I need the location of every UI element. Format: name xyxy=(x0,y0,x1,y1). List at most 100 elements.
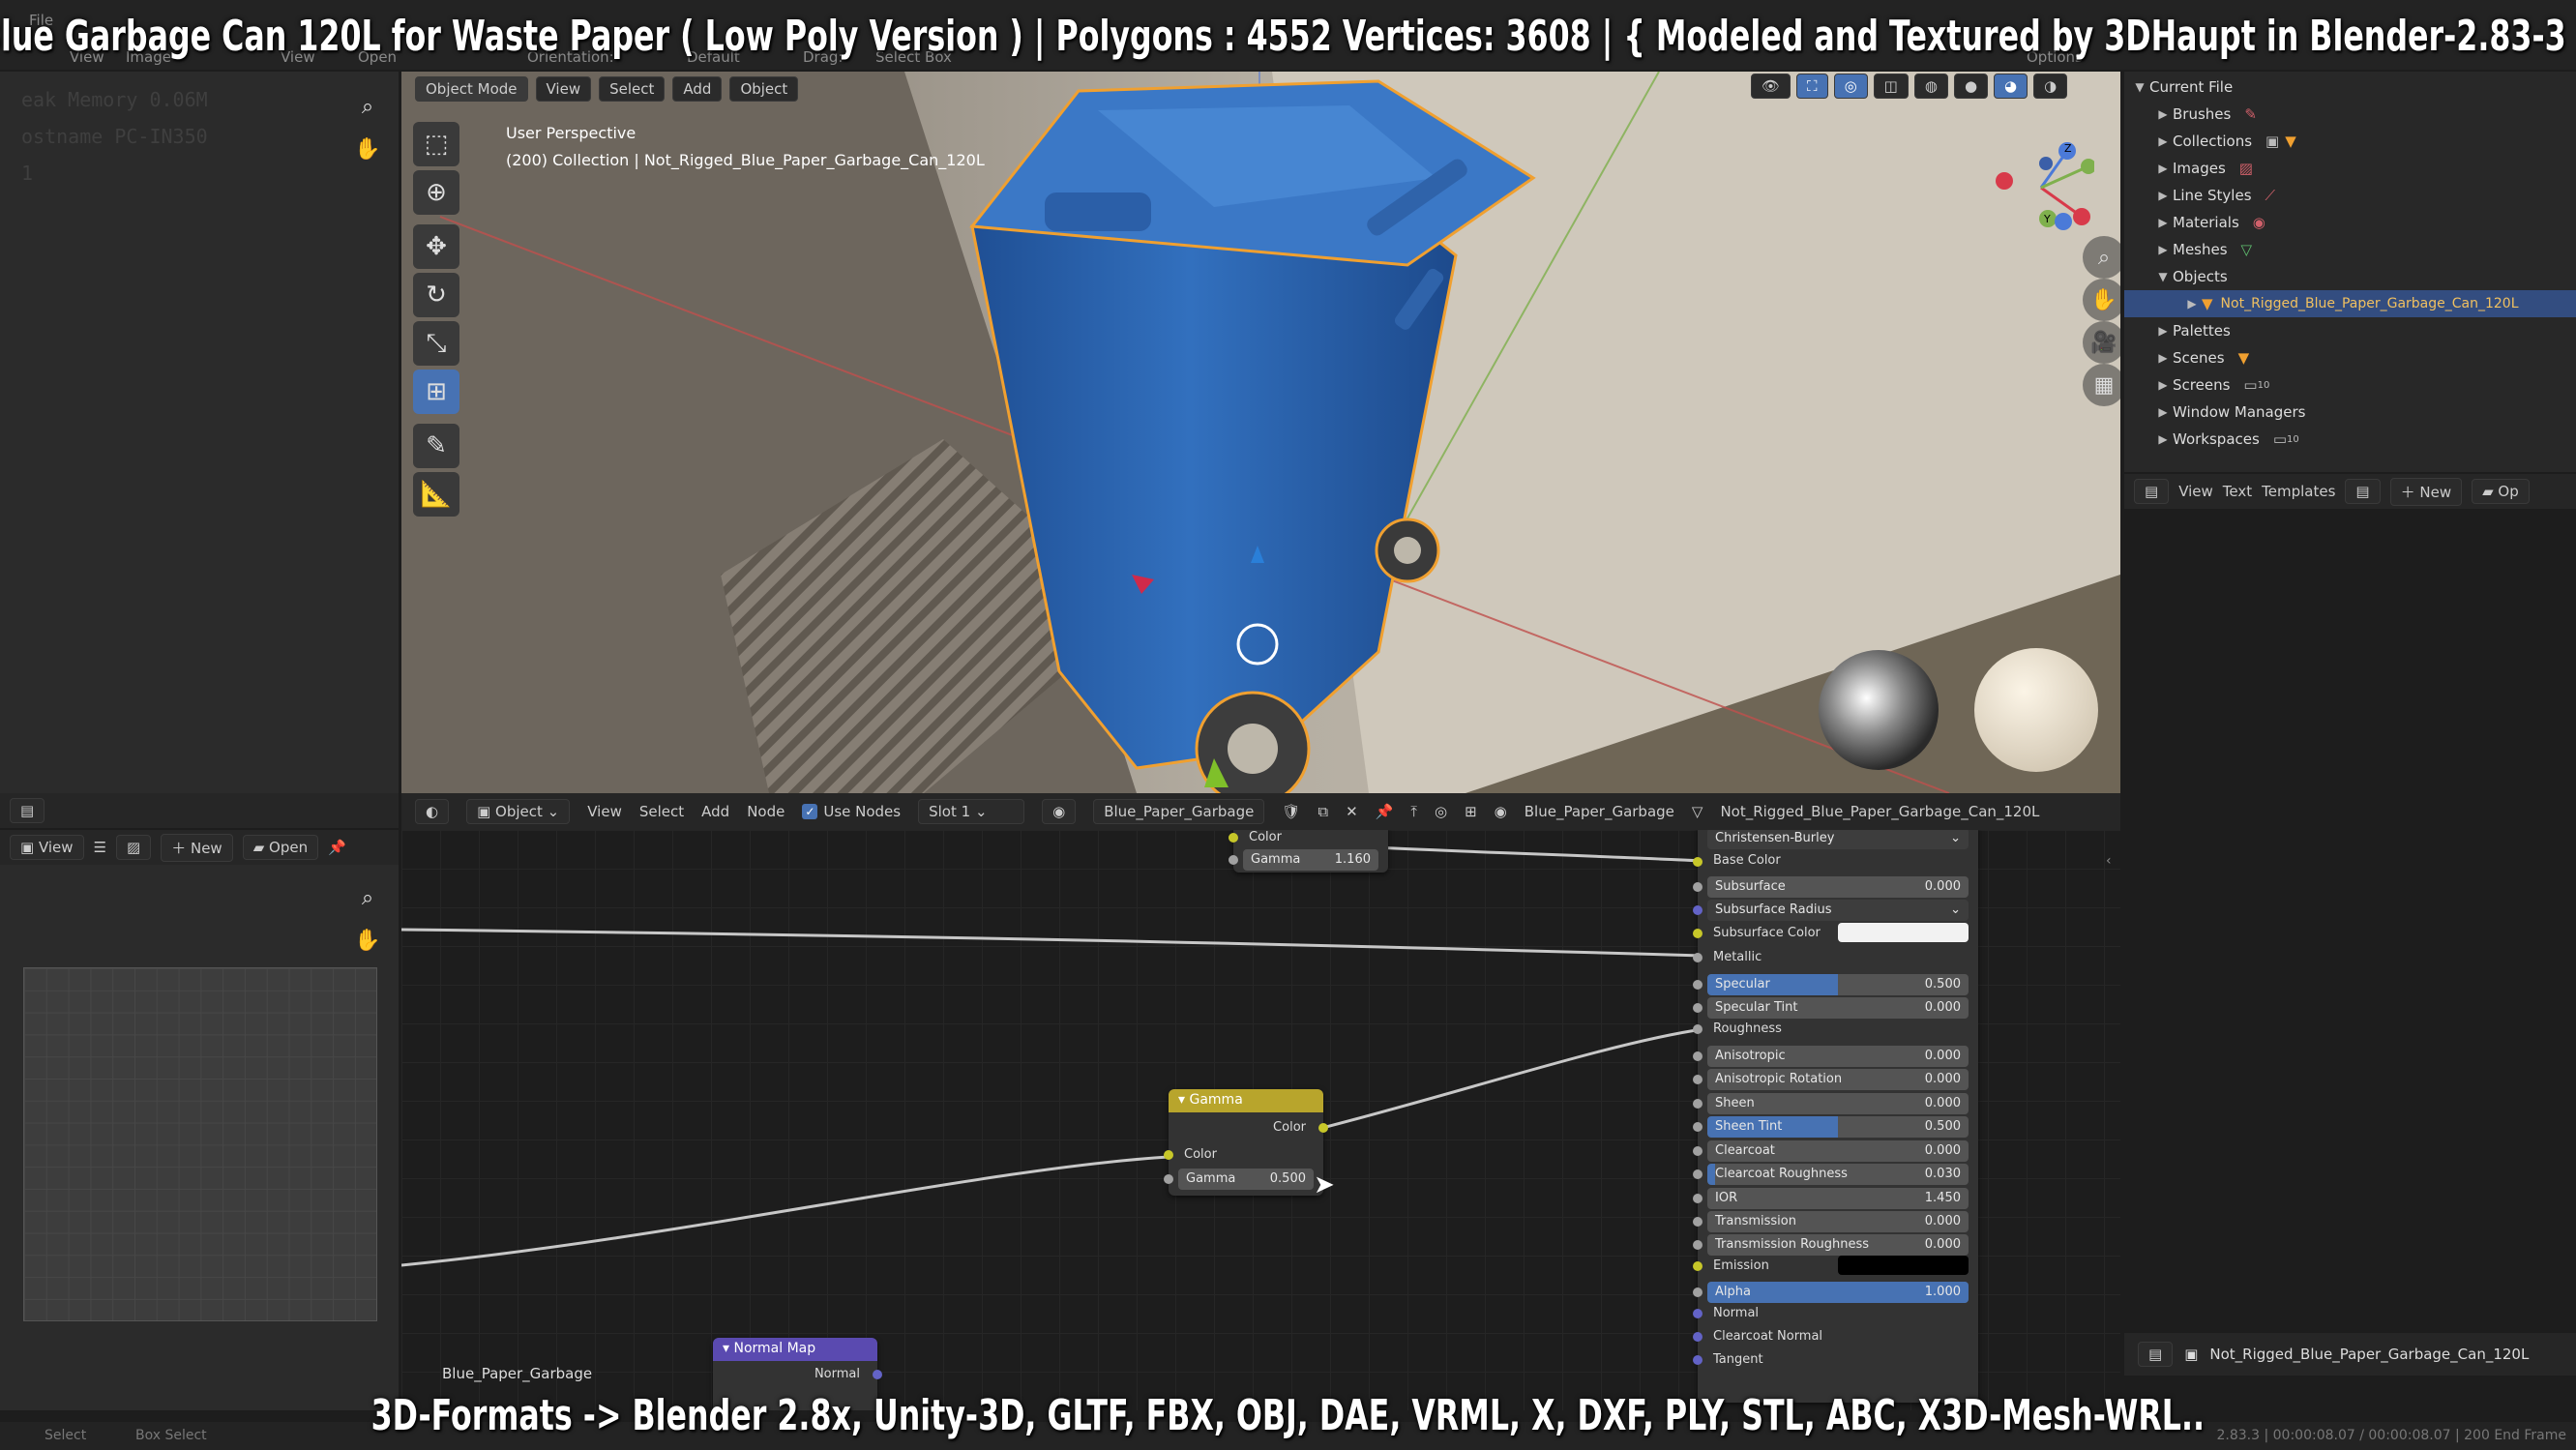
new-text-button[interactable]: ＋ New xyxy=(2389,477,2463,506)
shader-type-dropdown[interactable]: ▣ Object ⌄ xyxy=(466,799,571,824)
parent-node-tree-icon[interactable]: ⤒ xyxy=(1410,803,1417,820)
camera-icon[interactable]: 🎥 xyxy=(2083,321,2120,364)
base-color-socket[interactable] xyxy=(1693,857,1703,867)
gamma-output-socket[interactable] xyxy=(1318,1123,1328,1133)
outliner-item-brushes[interactable]: ▶ Brushes ✎ xyxy=(2153,101,2576,128)
image-editor-view-dropdown[interactable]: ▣ View xyxy=(10,835,84,860)
material-name-field[interactable]: Blue_Paper_Garbage xyxy=(1093,799,1265,824)
bsdf-field-clearcoat[interactable]: Clearcoat 0.000 xyxy=(1707,1140,1969,1162)
snap-element-icon[interactable]: ⊞ xyxy=(1465,803,1477,820)
editor-type-icon[interactable]: ▤ xyxy=(10,798,45,823)
viewport-menu-view[interactable]: View xyxy=(535,76,592,102)
node-menu-view[interactable]: View xyxy=(587,803,622,820)
text-editor-area[interactable] xyxy=(2124,509,2576,1331)
properties-editor-icon[interactable]: ▤ xyxy=(2138,1342,2174,1367)
move-tool-icon[interactable]: ✥ xyxy=(413,224,459,269)
outliner-item-selected-object[interactable]: ▶ ▼ Not_Rigged_Blue_Paper_Garbage_Can_120L xyxy=(2124,290,2576,317)
gamma-value-socket[interactable] xyxy=(1164,1174,1173,1184)
gamma-node-top-field[interactable]: Gamma 1.160 xyxy=(1243,849,1378,871)
zoom-icon[interactable]: ⌕ xyxy=(2083,236,2120,279)
zoom-icon[interactable]: ⌕ xyxy=(346,876,389,919)
scale-tool-icon[interactable]: ⤡ xyxy=(413,321,459,366)
viewport-menu-select[interactable]: Select xyxy=(599,76,666,102)
measure-tool-icon[interactable]: 📐 xyxy=(413,472,459,517)
new-image-button[interactable]: ＋ New xyxy=(161,833,233,862)
select-box-tool-icon[interactable]: ⬚ xyxy=(413,122,459,166)
gamma-node-header[interactable]: ▾ Gamma xyxy=(1169,1089,1323,1112)
gamma-socket[interactable] xyxy=(1229,855,1238,865)
object-mode-dropdown[interactable]: Object Mode xyxy=(415,76,528,102)
bsdf-input-socket[interactable] xyxy=(1693,1075,1703,1084)
zoom-icon[interactable]: ⌕ xyxy=(346,85,389,128)
cursor-tool-icon[interactable]: ⊕ xyxy=(413,170,459,215)
outliner-item-window-managers[interactable]: ▶ Window Managers xyxy=(2153,399,2576,426)
editor-type-icon[interactable]: ▤ xyxy=(2134,479,2170,504)
outliner-item-scenes[interactable]: ▶ Scenes ▼ xyxy=(2153,344,2576,371)
bsdf-field-sheen-tint[interactable]: Sheen Tint 0.500 xyxy=(1707,1116,1969,1138)
bsdf-field-alpha[interactable]: Alpha 1.000 xyxy=(1707,1282,1969,1303)
3d-viewport[interactable]: ⬚ ⊕ ✥ ↻ ⤡ ⊞ ✎ 📐 User Perspective (200) C… xyxy=(401,72,2120,793)
navigation-gizmo[interactable]: Z Y xyxy=(1988,139,2096,236)
outliner-item-workspaces[interactable]: ▶ Workspaces ▭ 10 xyxy=(2153,426,2576,453)
breadcrumb-material[interactable]: Blue_Paper_Garbage xyxy=(1525,803,1674,820)
bsdf-input-socket[interactable] xyxy=(1693,1287,1703,1297)
metallic-socket[interactable] xyxy=(1693,953,1703,962)
rotate-tool-icon[interactable]: ↻ xyxy=(413,273,459,317)
viewport-menu-add[interactable]: Add xyxy=(672,76,723,102)
bsdf-input-socket[interactable] xyxy=(1693,1122,1703,1132)
subsurface-color-socket[interactable] xyxy=(1693,929,1703,938)
subsurface-radius-socket[interactable] xyxy=(1693,905,1703,915)
emission-socket[interactable] xyxy=(1693,1261,1703,1271)
open-text-button[interactable]: ▰ Op xyxy=(2472,479,2530,504)
outliner-item-palettes[interactable]: ▶ Palettes xyxy=(2153,317,2576,344)
bsdf-input-socket[interactable] xyxy=(1693,882,1703,892)
normal-socket[interactable] xyxy=(1693,1309,1703,1318)
hand-pan-icon[interactable]: ✋ xyxy=(346,128,389,170)
material-browse-icon[interactable]: ◉ xyxy=(1042,799,1077,824)
grid-view-icon[interactable]: ▦ xyxy=(2083,364,2120,406)
bsdf-field-specular[interactable]: Specular 0.500 xyxy=(1707,974,1969,995)
bsdf-field-specular-tint[interactable]: Specular Tint 0.000 xyxy=(1707,997,1969,1019)
bsdf-input-socket[interactable] xyxy=(1693,1051,1703,1061)
bsdf-field-transmission[interactable]: Transmission 0.000 xyxy=(1707,1211,1969,1232)
unlink-material-icon[interactable]: ✕ xyxy=(1346,803,1358,820)
principled-bsdf-node[interactable]: Christensen-Burley ⌄ Base Color Subsurfac… xyxy=(1693,830,1978,1403)
outliner-item-materials[interactable]: ▶ Materials ◉ xyxy=(2153,209,2576,236)
use-nodes-checkbox[interactable]: ✓ Use Nodes xyxy=(802,803,901,820)
normal-map-header[interactable]: ▾ Normal Map xyxy=(713,1338,877,1361)
bsdf-input-socket[interactable] xyxy=(1693,1240,1703,1250)
normal-map-output-socket[interactable] xyxy=(873,1370,882,1379)
bsdf-field-sheen[interactable]: Sheen 0.000 xyxy=(1707,1093,1969,1114)
color-socket[interactable] xyxy=(1229,833,1238,843)
bsdf-input-socket[interactable] xyxy=(1693,1169,1703,1179)
node-menu-add[interactable]: Add xyxy=(701,803,729,820)
text-editor-menu-text[interactable]: Text xyxy=(2223,483,2252,500)
text-datablock-icon[interactable]: ▤ xyxy=(2345,479,2381,504)
subsurface-radius-dropdown[interactable]: Subsurface Radius ⌄ xyxy=(1707,900,1969,921)
gamma-node-top[interactable]: Color Gamma 1.160 xyxy=(1229,830,1388,873)
gamma-value-field[interactable]: Gamma 0.500 xyxy=(1178,1169,1314,1190)
outliner-item-collections[interactable]: ▶ Collections ▣ ▼ xyxy=(2153,128,2576,155)
bsdf-input-socket[interactable] xyxy=(1693,1099,1703,1109)
bsdf-field-anisotropic-rotation[interactable]: Anisotropic Rotation 0.000 xyxy=(1707,1069,1969,1090)
snap-icon[interactable]: ◎ xyxy=(1435,803,1447,820)
outliner-item-line-styles[interactable]: ▶ Line Styles ⟋ xyxy=(2153,182,2576,209)
transform-tool-icon[interactable]: ⊞ xyxy=(413,370,459,414)
subsurface-method-dropdown[interactable]: Christensen-Burley ⌄ xyxy=(1707,830,1969,849)
emission-color-swatch[interactable] xyxy=(1838,1256,1969,1275)
roughness-socket[interactable] xyxy=(1693,1024,1703,1034)
bsdf-field-transmission-roughness[interactable]: Transmission Roughness 0.000 xyxy=(1707,1234,1969,1256)
bsdf-input-socket[interactable] xyxy=(1693,1217,1703,1227)
hand-pan-icon[interactable]: ✋ xyxy=(2083,279,2120,321)
hamburger-menu-icon[interactable]: ☰ xyxy=(94,839,106,856)
gamma-node[interactable]: ▾ Gamma Color Color Gamma 0.500 xyxy=(1164,1089,1328,1196)
text-editor-menu-templates[interactable]: Templates xyxy=(2262,483,2335,500)
node-editor-canvas[interactable]: Color Gamma 1.160 ▾ Gamma Color Color Gam… xyxy=(401,830,2120,1410)
bsdf-input-socket[interactable] xyxy=(1693,980,1703,990)
bsdf-field-clearcoat-roughness[interactable]: Clearcoat Roughness 0.030 xyxy=(1707,1164,1969,1185)
fake-user-icon[interactable]: 🛡 xyxy=(1282,803,1300,820)
duplicate-material-icon[interactable]: ⧉ xyxy=(1318,803,1328,820)
pin-icon[interactable]: 📌 xyxy=(1376,803,1394,820)
slot-dropdown[interactable]: Slot 1 ⌄ xyxy=(918,799,1025,824)
text-editor-menu-view[interactable]: View xyxy=(2178,483,2213,500)
